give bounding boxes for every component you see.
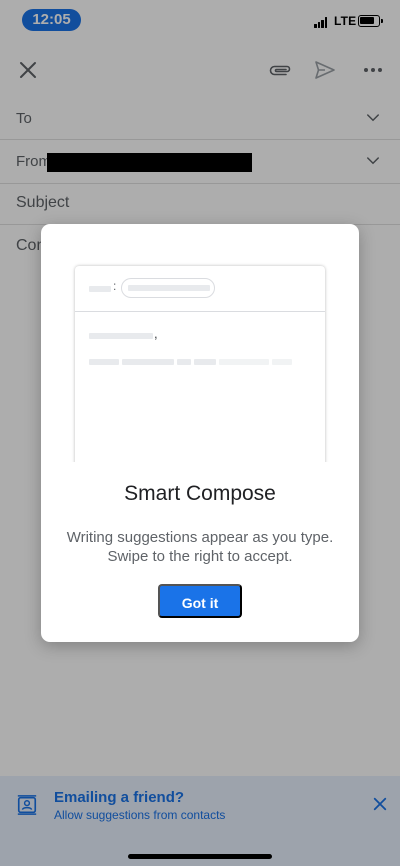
suggestion-placeholder-line xyxy=(219,359,269,365)
recipient-chip-placeholder xyxy=(121,278,215,298)
illustration-divider xyxy=(75,311,325,312)
dialog-body: Writing suggestions appear as you type. … xyxy=(66,529,334,565)
illustration-comma: , xyxy=(154,326,158,341)
illustration-fade xyxy=(71,462,329,470)
placeholder-line xyxy=(128,285,210,291)
smart-compose-illustration: : , xyxy=(75,266,325,466)
smart-compose-dialog: : , Smart Compose Writing suggestions ap… xyxy=(41,224,359,642)
suggestion-placeholder-line xyxy=(272,359,292,365)
placeholder-line xyxy=(122,359,174,365)
placeholder-line xyxy=(177,359,191,365)
placeholder-line xyxy=(89,286,111,292)
dialog-title: Smart Compose xyxy=(124,482,276,505)
got-it-button[interactable]: Got it xyxy=(158,584,242,618)
placeholder-line xyxy=(89,359,119,365)
placeholder-line xyxy=(194,359,216,365)
placeholder-line xyxy=(89,333,153,339)
illustration-colon: : xyxy=(113,279,117,293)
